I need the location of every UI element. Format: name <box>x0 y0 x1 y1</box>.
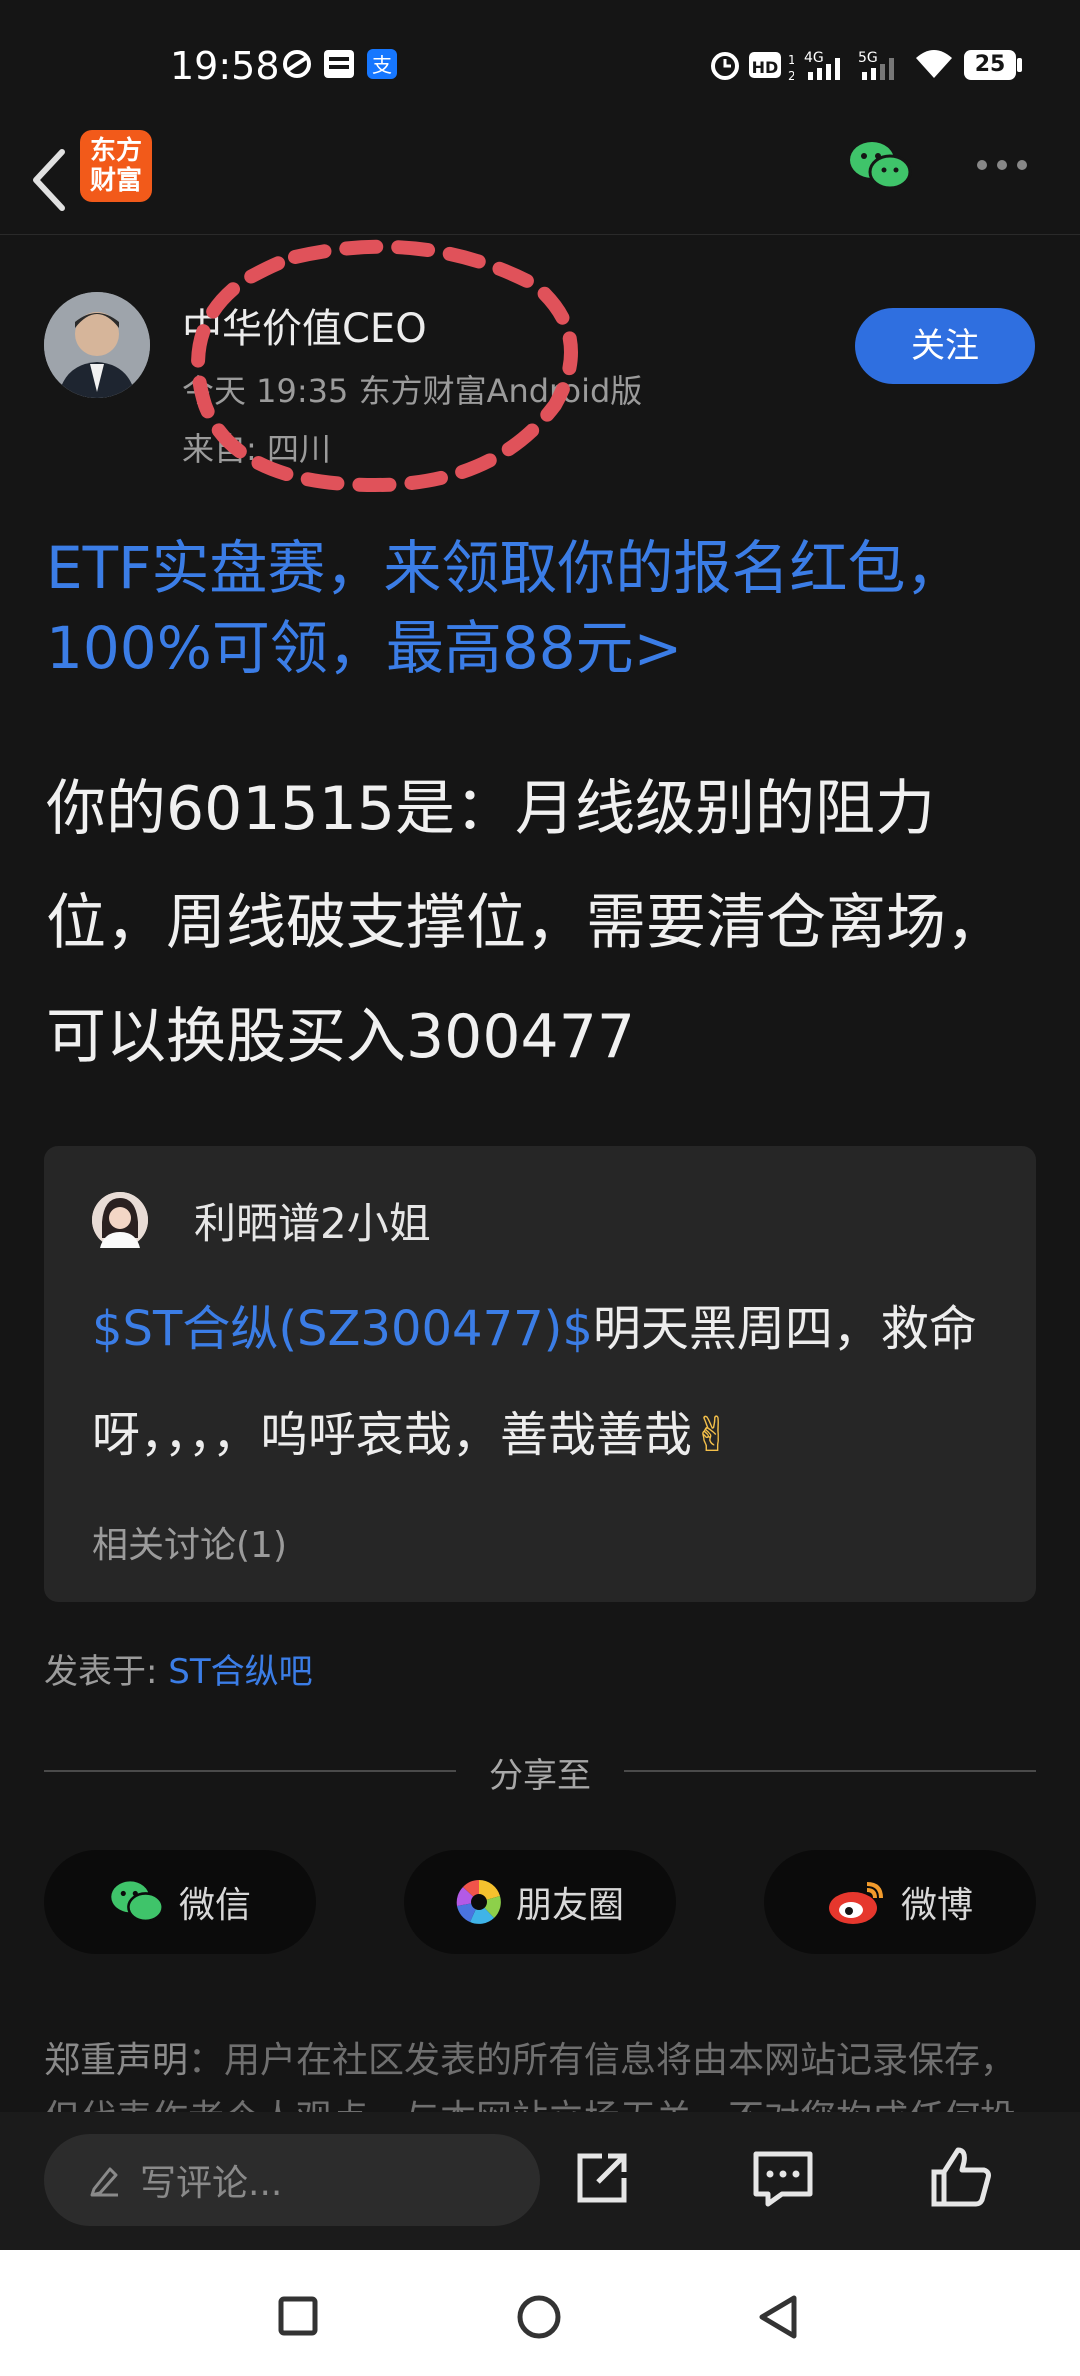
quoted-post-card[interactable]: 利晒谱2小姐 $ST合纵(SZ300477)$明天黑周四，救命呀，，，，呜呼哀哉… <box>44 1146 1036 1602</box>
wechat-share-icon[interactable] <box>848 138 912 194</box>
home-icon[interactable] <box>516 2294 562 2340</box>
svg-text:5G: 5G <box>858 50 878 66</box>
posted-in-prefix: 发表于: <box>44 1652 169 1692</box>
post-body: 你的601515是：月线级别的阻力位，周线破支撑位，需要清仓离场，可以换股买入3… <box>46 774 1006 1072</box>
toutiao-icon <box>324 50 354 78</box>
stock-link[interactable]: $ST合纵(SZ300477)$ <box>92 1301 593 1357</box>
battery-tip <box>1017 58 1022 72</box>
svg-text:2: 2 <box>788 69 794 80</box>
follow-button[interactable]: 关注 <box>855 308 1035 384</box>
weibo-icon <box>828 1882 883 1924</box>
quoted-user-name[interactable]: 利晒谱2小姐 <box>194 1190 431 1251</box>
share-wechat-label: 微信 <box>178 1885 251 1926</box>
status-time: 19:58 <box>170 44 280 88</box>
svg-text:支: 支 <box>372 53 392 77</box>
hd-icon: HD 1 2 <box>749 52 794 80</box>
svg-text:HD: HD <box>752 58 779 77</box>
system-navigation-bar <box>0 2250 1080 2376</box>
comment-input[interactable]: 写评论... <box>44 2134 540 2226</box>
share-out-icon[interactable] <box>572 2148 632 2208</box>
eastmoney-logo[interactable]: 东方 财富 <box>80 130 152 202</box>
disclaimer: 郑重声明：用户在社区发表的所有信息将由本网站记录保存，但代表作者个人观点，与本网… <box>44 2032 1036 2112</box>
divider-left <box>44 1770 456 1772</box>
comment-placeholder: 写评论... <box>140 2163 283 2204</box>
share-moments-button[interactable]: 朋友圈 <box>404 1850 676 1954</box>
share-moments-label: 朋友圈 <box>515 1885 624 1926</box>
share-wechat-button[interactable]: 微信 <box>44 1850 316 1954</box>
pencil-icon <box>90 2167 118 2197</box>
victory-hand-emoji: ✌ <box>692 1407 733 1463</box>
logo-text-top: 东方 <box>89 136 142 166</box>
4g-signal-icon: 4G <box>804 50 840 80</box>
more-options-icon[interactable] <box>975 158 1029 172</box>
share-weibo-button[interactable]: 微博 <box>764 1850 1036 1954</box>
related-discussion-link[interactable]: 相关讨论(1) <box>92 1516 287 1568</box>
recent-apps-icon[interactable] <box>278 2296 318 2336</box>
quoted-user-avatar[interactable] <box>92 1192 148 1248</box>
wifi-icon <box>916 50 952 78</box>
svg-text:4G: 4G <box>804 50 824 66</box>
disclaimer-text: ：用户在社区发表的所有信息将由本网站记录保存，但代表作者个人观点，与本网站立场无… <box>44 2040 1017 2112</box>
back-nav-icon[interactable] <box>756 2294 800 2340</box>
bottom-action-bar: 写评论... <box>0 2112 1080 2250</box>
promo-link[interactable]: ETF实盘赛，来领取你的报名红包，100%可领，最高88元> <box>46 528 1036 688</box>
author-avatar[interactable] <box>44 292 150 398</box>
forum-link[interactable]: ST合纵吧 <box>168 1652 312 1692</box>
nav-bar <box>0 130 1080 235</box>
wechat-icon <box>111 1881 164 1923</box>
posted-in: 发表于: ST合纵吧 <box>44 1644 313 1693</box>
alarm-icon <box>711 52 739 80</box>
divider-right <box>624 1770 1036 1772</box>
svg-text:1: 1 <box>788 53 794 67</box>
share-weibo-label: 微博 <box>900 1885 973 1926</box>
battery-icon: 25 <box>964 50 1016 80</box>
moments-icon <box>456 1880 501 1924</box>
annotation-circle <box>191 239 578 493</box>
alipay-icon: 支 <box>367 49 397 79</box>
back-arrow-icon[interactable] <box>22 140 82 220</box>
status-bar: 19:58 支 HD 1 2 4G 5G 25 <box>0 0 1080 130</box>
quoted-text: $ST合纵(SZ300477)$明天黑周四，救命呀，，，，呜呼哀哉，善哉善哉✌ <box>92 1276 992 1488</box>
share-title: 分享至 <box>489 1756 591 1796</box>
logo-text-bottom: 财富 <box>89 166 142 196</box>
disclaimer-label: 郑重声明 <box>44 2040 189 2081</box>
5g-signal-icon: 5G <box>858 50 894 80</box>
app-notification-icon <box>283 50 311 78</box>
like-icon[interactable] <box>930 2146 992 2208</box>
comment-icon[interactable] <box>752 2150 814 2208</box>
